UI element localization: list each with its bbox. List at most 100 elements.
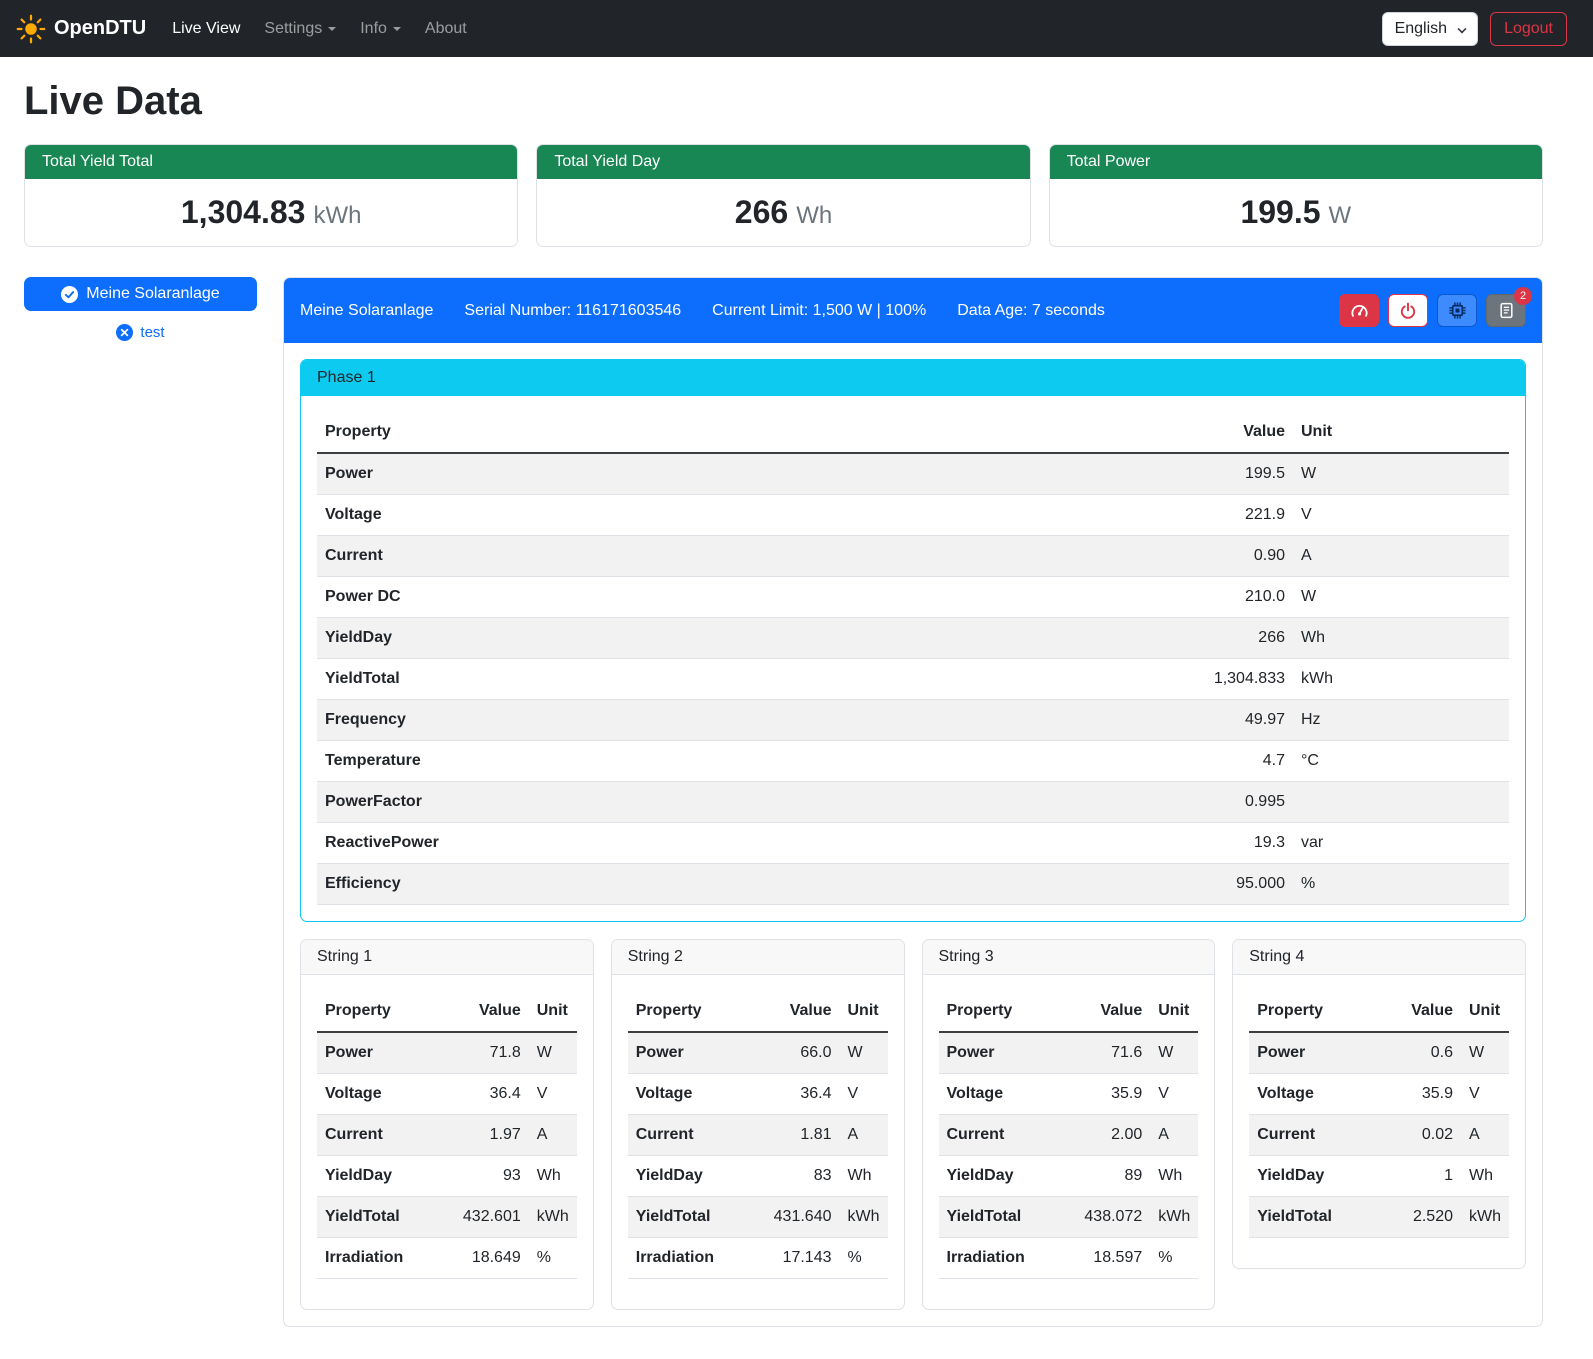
column-header-unit: Unit xyxy=(1293,412,1509,453)
event-log-button[interactable]: 2 xyxy=(1486,294,1526,327)
value-cell: 438.072 xyxy=(1072,1197,1150,1238)
table-header-row: Property Value Unit xyxy=(1249,991,1509,1032)
column-header-unit: Unit xyxy=(1150,991,1198,1032)
unit-cell: W xyxy=(1293,577,1509,618)
property-cell: Power xyxy=(628,1032,762,1074)
language-select[interactable]: English xyxy=(1382,12,1478,46)
property-cell: Voltage xyxy=(1249,1074,1383,1115)
unit-cell: V xyxy=(1293,495,1509,536)
table-row: Current2.00A xyxy=(939,1115,1199,1156)
table-row: Irradiation17.143% xyxy=(628,1238,888,1279)
nav-item-info[interactable]: Info xyxy=(348,12,413,46)
string-card-title: String 4 xyxy=(1233,940,1525,975)
property-cell: Current xyxy=(317,536,1173,577)
nav-item-settings[interactable]: Settings xyxy=(252,12,348,46)
table-row: Voltage36.4V xyxy=(317,1074,577,1115)
value-cell: 1.81 xyxy=(762,1115,840,1156)
navbar: OpenDTU Live View Settings Info About En… xyxy=(0,0,1593,57)
unit-cell: % xyxy=(529,1238,577,1279)
string-card-title: String 2 xyxy=(612,940,904,975)
inverter-tab-meine-solaranlage[interactable]: Meine Solaranlage xyxy=(24,277,257,311)
property-cell: YieldDay xyxy=(628,1156,762,1197)
column-header-value: Value xyxy=(1072,991,1150,1032)
unit-cell: W xyxy=(1461,1032,1509,1074)
value-cell: 89 xyxy=(1072,1156,1150,1197)
summary-card-title: Total Yield Day xyxy=(537,145,1029,179)
property-cell: YieldDay xyxy=(939,1156,1073,1197)
device-info-button[interactable] xyxy=(1437,294,1477,327)
table-row: PowerFactor0.995 xyxy=(317,782,1509,823)
logout-button[interactable]: Logout xyxy=(1490,12,1567,46)
value-cell: 19.3 xyxy=(1173,823,1293,864)
summary-card-value: 199.5 xyxy=(1240,194,1320,230)
unit-cell: kWh xyxy=(1461,1197,1509,1238)
value-cell: 93 xyxy=(451,1156,529,1197)
property-cell: Current xyxy=(317,1115,451,1156)
unit-cell: kWh xyxy=(840,1197,888,1238)
table-row: YieldTotal432.601kWh xyxy=(317,1197,577,1238)
current-limit: Current Limit: 1,500 W | 100% xyxy=(712,302,926,320)
table-row: YieldDay1Wh xyxy=(1249,1156,1509,1197)
property-cell: Power xyxy=(1249,1032,1383,1074)
string-card-2: String 2 Property Value Unit xyxy=(611,939,905,1310)
table-row: YieldTotal431.640kWh xyxy=(628,1197,888,1238)
property-cell: Power DC xyxy=(317,577,1173,618)
chevron-down-icon xyxy=(328,27,336,31)
unit-cell: % xyxy=(1293,864,1509,905)
serial-number: Serial Number: 116171603546 xyxy=(464,302,681,320)
summary-card-total-yield-day: Total Yield Day 266Wh xyxy=(536,144,1030,247)
inverter-tab-label: Meine Solaranlage xyxy=(86,285,219,303)
summary-card-value: 266 xyxy=(735,194,788,230)
unit-cell: Wh xyxy=(1150,1156,1198,1197)
table-header-row: Property Value Unit xyxy=(939,991,1199,1032)
value-cell: 2.520 xyxy=(1383,1197,1461,1238)
unit-cell: A xyxy=(1293,536,1509,577)
unit-cell: W xyxy=(1293,453,1509,495)
unit-cell: A xyxy=(1461,1115,1509,1156)
table-row: Irradiation18.597% xyxy=(939,1238,1199,1279)
table-row: YieldDay83Wh xyxy=(628,1156,888,1197)
unit-cell: W xyxy=(529,1032,577,1074)
value-cell: 1.97 xyxy=(451,1115,529,1156)
property-cell: Temperature xyxy=(317,741,1173,782)
property-cell: YieldDay xyxy=(317,618,1173,659)
value-cell: 36.4 xyxy=(451,1074,529,1115)
property-cell: Voltage xyxy=(317,495,1173,536)
value-cell: 4.7 xyxy=(1173,741,1293,782)
power-button[interactable] xyxy=(1388,294,1428,327)
string-card-title: String 3 xyxy=(923,940,1215,975)
inverter-nav: Meine Solaranlage test xyxy=(24,277,257,341)
table-row: YieldTotal438.072kWh xyxy=(939,1197,1199,1238)
limit-settings-button[interactable] xyxy=(1339,294,1379,327)
column-header-property: Property xyxy=(628,991,762,1032)
property-cell: Irradiation xyxy=(628,1238,762,1279)
brand-link[interactable]: OpenDTU xyxy=(16,14,146,44)
summary-card-unit: W xyxy=(1329,202,1352,229)
table-row: YieldTotal2.520kWh xyxy=(1249,1197,1509,1238)
value-cell: 95.000 xyxy=(1173,864,1293,905)
table-row: Irradiation18.649% xyxy=(317,1238,577,1279)
unit-cell: kWh xyxy=(529,1197,577,1238)
property-cell: Irradiation xyxy=(939,1238,1073,1279)
unit-cell: kWh xyxy=(1293,659,1509,700)
property-cell: Current xyxy=(939,1115,1073,1156)
property-cell: Power xyxy=(939,1032,1073,1074)
string-cards: String 1 Property Value Unit xyxy=(300,939,1526,1310)
unit-cell: °C xyxy=(1293,741,1509,782)
table-row: Current0.02A xyxy=(1249,1115,1509,1156)
nav-item-about[interactable]: About xyxy=(413,12,479,46)
table-row: Power199.5W xyxy=(317,453,1509,495)
property-cell: YieldTotal xyxy=(1249,1197,1383,1238)
value-cell: 36.4 xyxy=(762,1074,840,1115)
nav-item-label: Info xyxy=(360,20,387,38)
table-row: Power66.0W xyxy=(628,1032,888,1074)
unit-cell: V xyxy=(1461,1074,1509,1115)
table-row: YieldDay266Wh xyxy=(317,618,1509,659)
string-card-1: String 1 Property Value Unit xyxy=(300,939,594,1310)
nav-item-live-view[interactable]: Live View xyxy=(160,12,252,46)
unit-cell: Hz xyxy=(1293,700,1509,741)
property-cell: YieldDay xyxy=(1249,1156,1383,1197)
inverter-tab-test[interactable]: test xyxy=(24,324,257,341)
unit-cell: A xyxy=(529,1115,577,1156)
table-row: Power DC210.0W xyxy=(317,577,1509,618)
